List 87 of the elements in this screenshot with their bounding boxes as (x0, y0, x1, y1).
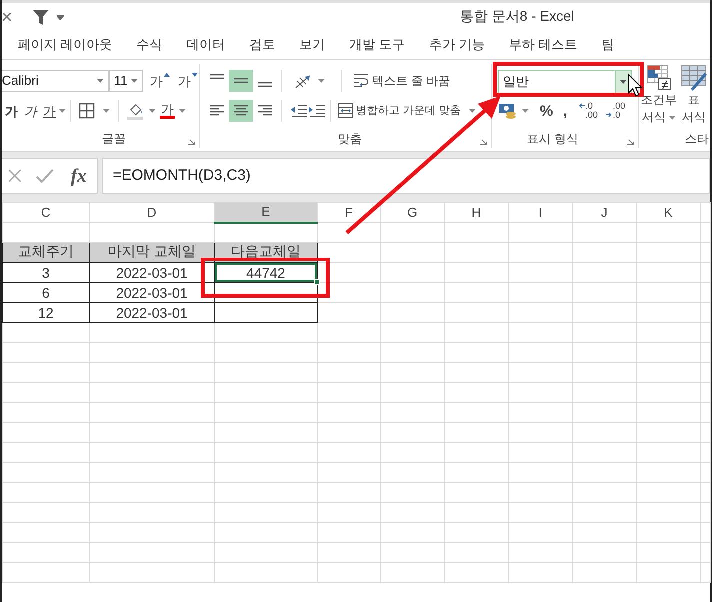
format-style-button[interactable]: 조건부 서식 (639, 64, 679, 126)
borders-icon[interactable] (79, 103, 95, 119)
column-header[interactable]: C (2, 202, 90, 222)
column-heading[interactable]: 교체주기 (2, 242, 90, 262)
grow-font-button[interactable]: 가 (147, 72, 171, 90)
wrap-text-icon (353, 73, 369, 89)
cursor-icon (628, 74, 644, 97)
font-size-field[interactable]: 11 (109, 70, 143, 92)
ribbon-tab[interactable]: 검토 (250, 34, 276, 54)
decimal-button[interactable]: .00 .0 (606, 102, 626, 120)
formula-field[interactable]: =EOMONTH(D3,C3) (102, 158, 710, 194)
ribbon-tab[interactable]: 보기 (300, 34, 326, 54)
format-style-button[interactable]: 표 서식 (679, 64, 709, 126)
table-cell[interactable]: 2022-03-01 (90, 262, 214, 282)
bold-button[interactable]: 가 (2, 102, 21, 120)
dialog-launcher-icon[interactable] (627, 138, 634, 145)
decimal-button[interactable]: .0 .00 (578, 102, 598, 120)
align-bottom-icon (258, 82, 272, 88)
arrow-up-icon (164, 72, 170, 76)
currency-icon[interactable] (498, 103, 518, 119)
percent-button[interactable]: % (537, 102, 556, 120)
column-header[interactable]: J (572, 202, 636, 222)
caret-icon (669, 116, 676, 120)
ribbon-tab[interactable]: 페이지 레이아웃 (18, 34, 113, 54)
shrink-font-button[interactable]: 가 (175, 72, 199, 90)
arrow-down-icon (192, 72, 198, 76)
dialog-launcher-icon[interactable] (480, 138, 487, 145)
table-cell[interactable]: 44742 (214, 262, 318, 282)
fill-handle[interactable] (314, 279, 320, 285)
table-cell[interactable]: 2022-03-01 (90, 302, 214, 322)
column-header[interactable]: F (318, 202, 380, 222)
filter-icon[interactable] (33, 8, 49, 24)
merge-cells-icon (338, 103, 354, 119)
underline-button[interactable]: 가 (40, 102, 59, 120)
arrow-right-icon (606, 112, 612, 118)
merge-center-button[interactable]: 병합하고 가운데 맞춤 (335, 101, 480, 121)
window-title: 통합 문서8 - Excel (460, 7, 574, 26)
ribbon-tab[interactable]: 추가 기능 (429, 34, 485, 54)
vertical-align-button[interactable] (229, 70, 253, 92)
font-name-field[interactable]: Calibri (2, 70, 110, 92)
caret-icon[interactable] (318, 79, 325, 83)
dialog-launcher-icon[interactable] (188, 138, 195, 145)
table-format-icon (681, 65, 707, 91)
align-top-icon (210, 74, 224, 80)
ribbon-tab[interactable]: 팀 (602, 34, 614, 54)
insert-function-button[interactable]: fx (68, 164, 90, 188)
group-label: 스타 (685, 131, 709, 148)
table-cell[interactable]: 3 (2, 262, 90, 282)
caret-icon[interactable] (97, 79, 104, 83)
caret-icon[interactable] (103, 109, 110, 113)
comma-button[interactable]: , (560, 102, 571, 120)
column-header[interactable]: E (214, 202, 318, 222)
ribbon-tab[interactable]: 개발 도구 (350, 34, 406, 54)
table-cell[interactable]: 12 (2, 302, 90, 322)
caret-icon[interactable] (59, 109, 66, 113)
caret-icon[interactable] (620, 80, 627, 84)
group-label: 맞춤 (338, 131, 362, 148)
italic-button[interactable]: 가 (21, 102, 40, 120)
column-header[interactable]: K (636, 202, 700, 222)
fill-color-icon[interactable] (127, 102, 145, 120)
horizontal-align-button[interactable] (229, 100, 253, 122)
caret-icon[interactable] (57, 13, 64, 20)
caret-icon (469, 109, 476, 113)
column-header[interactable]: H (444, 202, 508, 222)
group-label: 표시 형식 (527, 131, 578, 148)
close-icon[interactable] (3, 12, 11, 20)
table-cell[interactable]: 2022-03-01 (90, 282, 214, 302)
ribbon-tab[interactable]: 데이터 (186, 34, 226, 54)
column-header[interactable]: I (508, 202, 572, 222)
ribbon-tab[interactable]: 부하 테스트 (508, 34, 578, 54)
align-middle-icon (234, 78, 248, 84)
wrap-text-button[interactable]: 텍스트 줄 바꿈 (350, 71, 454, 91)
font-color-button[interactable]: 가 (160, 103, 175, 119)
increase-indent-icon[interactable] (308, 104, 326, 118)
caret-icon[interactable] (522, 109, 529, 113)
column-header[interactable]: G (380, 202, 444, 222)
table-cell[interactable]: 6 (2, 282, 90, 302)
caret-icon[interactable] (149, 109, 156, 113)
column-heading[interactable]: 마지막 교체일 (90, 242, 214, 262)
conditional-format-icon (646, 65, 672, 91)
caret-icon[interactable] (179, 109, 186, 113)
decrease-indent-icon[interactable] (290, 104, 308, 118)
arrow-left-icon (578, 103, 585, 109)
caret-icon[interactable] (131, 79, 138, 83)
column-header[interactable]: D (90, 202, 214, 222)
ribbon-tab[interactable]: 수식 (136, 34, 163, 54)
group-label: 글꼴 (102, 131, 126, 148)
